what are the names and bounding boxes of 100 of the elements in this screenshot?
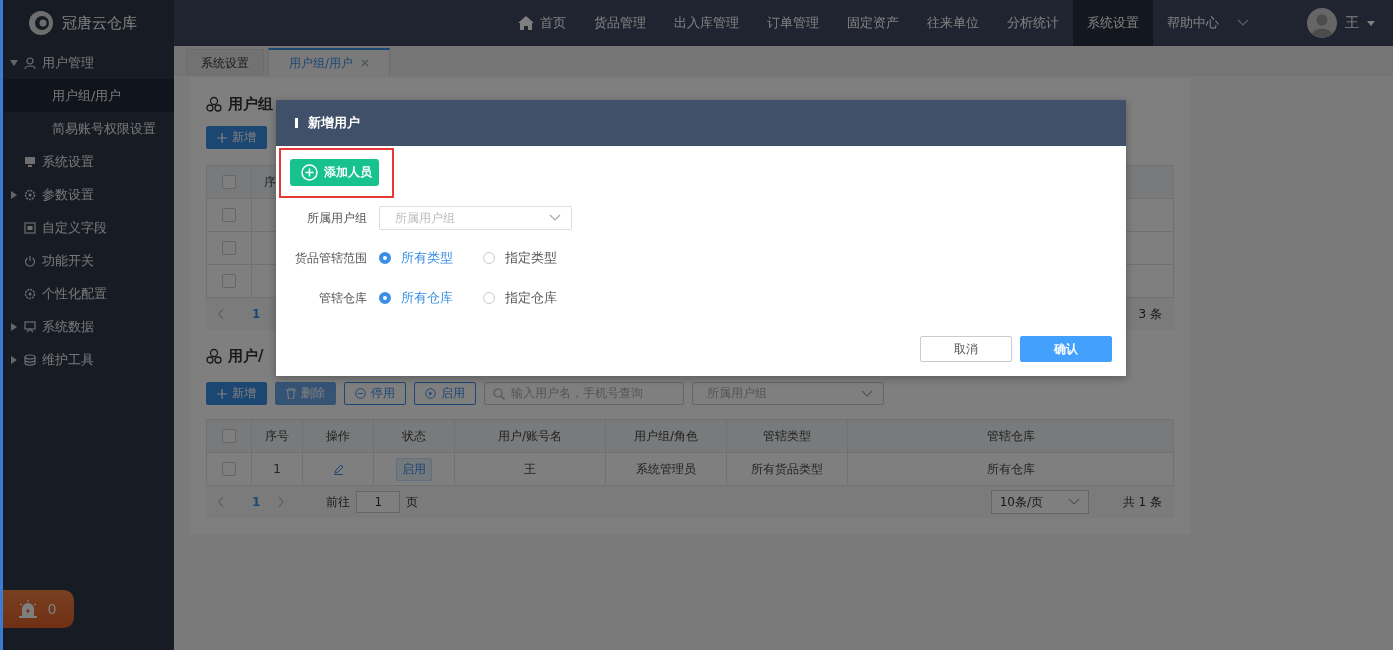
chevron-down-icon: [1067, 498, 1080, 506]
page-unit: 页: [406, 493, 419, 511]
checkbox[interactable]: [222, 241, 236, 255]
nav-item[interactable]: 固定资产: [833, 0, 913, 46]
chevron-down-icon: [861, 389, 873, 398]
column-header: 序号: [265, 427, 289, 445]
radio-option[interactable]: 所有仓库: [379, 289, 453, 307]
nav-item[interactable]: 帮助中心: [1153, 0, 1263, 46]
sidebar-item[interactable]: 系统数据: [42, 317, 94, 336]
chevron-down-icon: [1237, 19, 1249, 27]
form-icon: [24, 221, 36, 234]
field-label: 管辖仓库: [318, 289, 368, 307]
avatar-icon: [1307, 8, 1337, 38]
status-tag: 启用: [396, 457, 432, 481]
confirm-button[interactable]: 确认: [1020, 336, 1112, 362]
radio-option[interactable]: 所有类型: [379, 249, 453, 267]
nav-item[interactable]: 出入库管理: [660, 0, 753, 46]
user-name[interactable]: 王: [1345, 14, 1359, 32]
close-icon[interactable]: [361, 59, 370, 67]
sidebar-item[interactable]: 功能开关: [42, 251, 94, 270]
checkbox[interactable]: [222, 208, 236, 222]
toolbar-button[interactable]: 新增: [206, 382, 267, 405]
sidebar-item[interactable]: 维护工具: [42, 350, 94, 369]
chart-board-icon: [24, 320, 36, 333]
caret-down-icon: [1367, 20, 1375, 26]
plus-circle-icon: [301, 164, 318, 181]
plus-icon: [217, 132, 227, 143]
minus-circle-icon: [355, 388, 366, 399]
table-cell: 1: [273, 462, 281, 476]
monitor-icon: [24, 155, 36, 168]
nav-item[interactable]: 系统设置: [1073, 0, 1153, 46]
search-icon: [493, 387, 505, 400]
section-title: 用户/: [228, 346, 264, 366]
column-header: 管辖类型: [763, 427, 811, 445]
gear-icon: [24, 287, 36, 300]
play-circle-icon: [425, 388, 436, 399]
checkbox[interactable]: [222, 274, 236, 288]
logo-text: 冠唐云仓库: [62, 13, 137, 33]
page-size-select[interactable]: 10条/页: [990, 490, 1089, 514]
cancel-button[interactable]: 取消: [920, 336, 1012, 362]
page-number[interactable]: 1: [252, 307, 261, 321]
table-cell: 所有仓库: [986, 460, 1035, 478]
database-icon: [24, 353, 36, 366]
gear-icon: [24, 188, 36, 201]
sidebar-item[interactable]: 个性化配置: [42, 284, 107, 303]
sidebar-item[interactable]: 自定义字段: [42, 218, 107, 237]
nav-item[interactable]: 往来单位: [913, 0, 993, 46]
sidebar-item[interactable]: 用户管理: [42, 53, 94, 72]
column-header: 状态: [402, 427, 426, 445]
prev-page-icon: [218, 497, 224, 507]
total-count: 3 条: [1138, 305, 1162, 323]
checkbox[interactable]: [222, 462, 236, 476]
column-header: 用户/账号名: [497, 427, 562, 445]
total-count: 共 1 条: [1122, 493, 1162, 511]
radio-option[interactable]: 指定仓库: [483, 289, 557, 307]
table-cell: 系统管理员: [636, 460, 696, 478]
table-cell: 王: [524, 460, 536, 478]
field-label: 货品管辖范围: [294, 249, 368, 267]
toolbar-button[interactable]: 停用: [344, 382, 406, 405]
page-number[interactable]: 1: [252, 495, 261, 509]
sidebar-subitem[interactable]: 简易账号权限设置: [0, 112, 174, 145]
column-header: 序: [264, 173, 276, 191]
prev-page-icon: [218, 309, 224, 319]
trash-icon: [286, 388, 296, 399]
sidebar-item[interactable]: 参数设置: [42, 185, 94, 204]
nav-item[interactable]: 订单管理: [753, 0, 833, 46]
field-label: 所属用户组: [306, 209, 368, 227]
sidebar-item[interactable]: 系统设置: [42, 152, 94, 171]
toolbar-button[interactable]: 启用: [414, 382, 476, 405]
nav-item[interactable]: 分析统计: [993, 0, 1073, 46]
siren-icon: [17, 600, 38, 618]
column-header: 操作: [326, 427, 350, 445]
page-input[interactable]: 1: [356, 491, 401, 513]
tab[interactable]: 系统设置: [186, 49, 264, 76]
title-bar-mark: [295, 118, 298, 128]
sidebar-subitem[interactable]: 用户组/用户: [0, 79, 174, 112]
group-icon: [206, 96, 222, 112]
power-icon: [24, 254, 36, 267]
pencil-icon[interactable]: [332, 463, 344, 475]
nav-item[interactable]: 货品管理: [580, 0, 660, 46]
alarm-badge[interactable]: 0: [0, 590, 74, 628]
section-title: 用户组: [228, 94, 273, 114]
tab[interactable]: 用户组/用户: [268, 48, 391, 76]
dialog-title: 新增用户: [308, 114, 360, 132]
next-page-icon: [278, 497, 285, 507]
table-cell: 所有货品类型: [751, 460, 823, 478]
add-button[interactable]: 新增: [206, 126, 267, 149]
radio-option[interactable]: 指定类型: [483, 249, 557, 267]
goto-label: 前往: [326, 493, 351, 511]
logo-icon: [28, 10, 54, 36]
nav-item[interactable]: 首页: [504, 0, 580, 46]
user-icon: [24, 56, 36, 69]
column-header: 用户组/角色: [633, 427, 698, 445]
plus-icon: [217, 388, 227, 399]
home-icon: [518, 16, 534, 30]
checkbox[interactable]: [222, 429, 236, 443]
checkbox[interactable]: [222, 175, 236, 189]
add-person-button[interactable]: 添加人员: [290, 159, 379, 186]
user-group-icon: [206, 348, 222, 364]
chevron-down-icon: [549, 214, 561, 222]
